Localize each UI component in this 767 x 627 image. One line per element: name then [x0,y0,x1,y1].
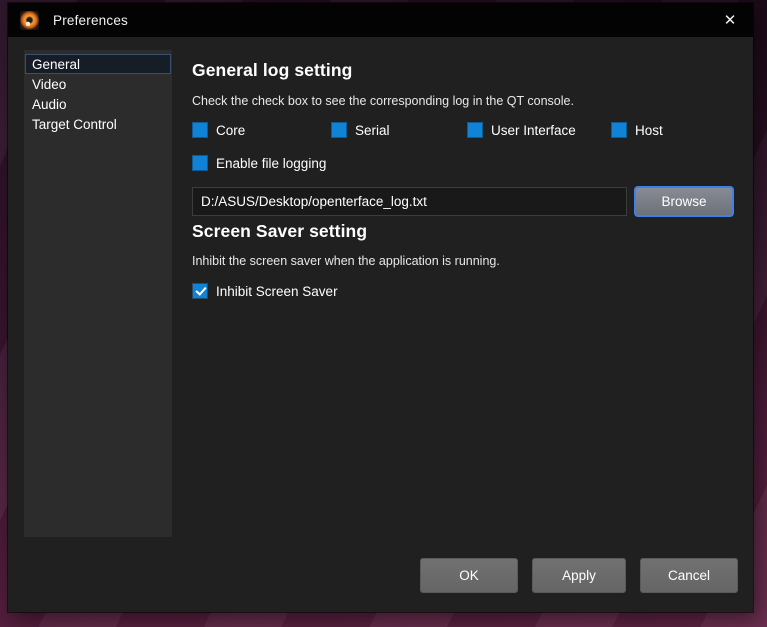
checkbox-user-interface[interactable]: User Interface [467,122,576,138]
close-button[interactable]: ✕ [713,3,747,37]
serial-checkbox-box[interactable] [331,122,347,138]
browse-button[interactable]: Browse [634,186,734,217]
inhibit-screen-saver-checkbox-box[interactable] [192,283,208,299]
checkbox-enable-file-logging[interactable]: Enable file logging [192,155,326,171]
host-checkbox-label: Host [635,123,663,138]
inhibit-screen-saver-label: Inhibit Screen Saver [216,284,338,299]
checkbox-serial[interactable]: Serial [331,122,390,138]
close-icon: ✕ [724,11,737,29]
ok-button[interactable]: OK [420,558,518,593]
log-path-row: Browse [192,186,734,217]
checkbox-host[interactable]: Host [611,122,663,138]
screen-saver-heading: Screen Saver setting [192,221,367,242]
checkbox-core[interactable]: Core [192,122,245,138]
general-log-heading: General log setting [192,60,352,81]
sidebar-item-target-control[interactable]: Target Control [25,114,171,134]
log-checkbox-row: Core Serial User Interface Host [192,122,742,140]
user-interface-checkbox-label: User Interface [491,123,576,138]
screen-saver-description: Inhibit the screen saver when the applic… [192,254,500,268]
apply-button[interactable]: Apply [532,558,626,593]
core-checkbox-box[interactable] [192,122,208,138]
preferences-window: Preferences ✕ General Video Audio Target… [8,3,753,612]
general-log-description: Check the check box to see the correspon… [192,94,574,108]
sidebar-item-general[interactable]: General [25,54,171,74]
checkbox-inhibit-screen-saver[interactable]: Inhibit Screen Saver [192,283,338,299]
log-path-input[interactable] [192,187,627,216]
app-logo-icon [20,11,39,30]
enable-file-logging-label: Enable file logging [216,156,326,171]
user-interface-checkbox-box[interactable] [467,122,483,138]
titlebar[interactable]: Preferences ✕ [8,3,753,37]
window-title: Preferences [53,13,128,28]
sidebar-item-video[interactable]: Video [25,74,171,94]
serial-checkbox-label: Serial [355,123,390,138]
dialog-footer: OK Apply Cancel [420,558,738,593]
sidebar-item-audio[interactable]: Audio [25,94,171,114]
host-checkbox-box[interactable] [611,122,627,138]
cancel-button[interactable]: Cancel [640,558,738,593]
category-list: General Video Audio Target Control [24,50,172,537]
enable-file-logging-checkbox-box[interactable] [192,155,208,171]
core-checkbox-label: Core [216,123,245,138]
